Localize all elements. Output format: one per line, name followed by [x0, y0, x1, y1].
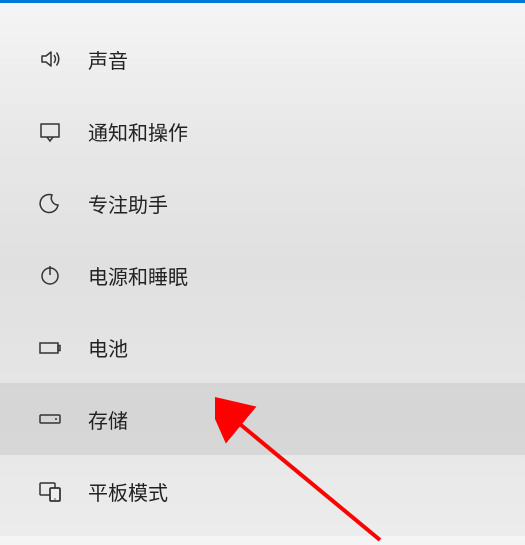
sidebar-item-label: 存储	[88, 405, 128, 434]
storage-icon	[38, 407, 62, 431]
sidebar-item-label: 通知和操作	[88, 117, 188, 146]
sidebar-item-label: 专注助手	[88, 189, 168, 218]
sidebar-item-label: 电源和睡眠	[88, 261, 188, 290]
power-sleep-icon	[38, 263, 62, 287]
sidebar-item-notifications[interactable]: 通知和操作	[0, 95, 525, 167]
sidebar-item-tablet-mode[interactable]: 平板模式	[0, 455, 525, 527]
sound-icon	[38, 47, 62, 71]
battery-icon	[38, 335, 62, 359]
settings-sidebar: 声音 通知和操作 专注助手 电源和睡眠	[0, 3, 525, 527]
tablet-mode-icon	[38, 479, 62, 503]
sidebar-item-sound[interactable]: 声音	[0, 23, 525, 95]
sidebar-item-storage[interactable]: 存储	[0, 383, 525, 455]
focus-assist-icon	[38, 191, 62, 215]
notifications-icon	[38, 119, 62, 143]
sidebar-item-focus-assist[interactable]: 专注助手	[0, 167, 525, 239]
sidebar-item-label: 电池	[88, 333, 128, 362]
sidebar-item-power-sleep[interactable]: 电源和睡眠	[0, 239, 525, 311]
sidebar-item-label: 声音	[88, 45, 128, 74]
sidebar-item-label: 平板模式	[88, 477, 168, 506]
sidebar-item-battery[interactable]: 电池	[0, 311, 525, 383]
